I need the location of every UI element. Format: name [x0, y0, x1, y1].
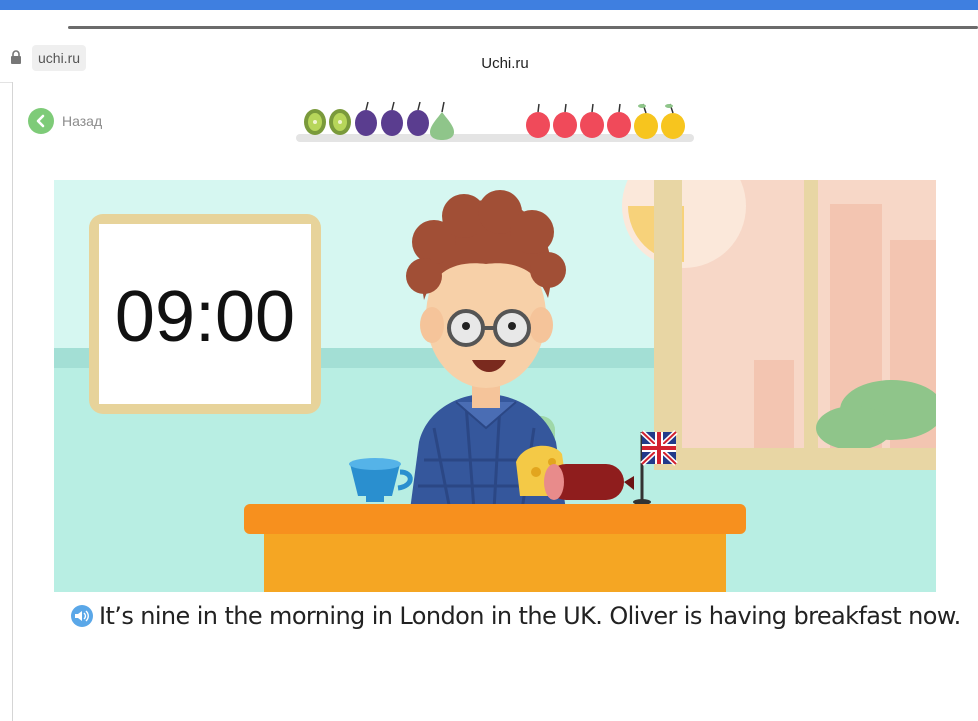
plum-icon: [407, 101, 429, 136]
lesson-caption: It’s nine in the morning in London in th…: [71, 602, 961, 630]
speaker-icon[interactable]: [71, 605, 93, 627]
back-button[interactable]: Назад: [28, 108, 102, 134]
plum-icon: [355, 101, 377, 136]
lesson-illustration: 09:00: [54, 180, 936, 592]
apple-icon: [553, 103, 577, 138]
fruit-progress-bar: [296, 101, 694, 142]
back-button-label: Назад: [62, 113, 103, 129]
apple-icon: [580, 103, 604, 138]
lemon-icon: [661, 103, 685, 139]
browser-top-bar: [0, 0, 978, 10]
pear-icon: [430, 101, 454, 140]
apple-icon: [607, 103, 631, 138]
chevron-left-icon: [28, 108, 54, 134]
lesson-content: Назад 09:00 It’s nine in the morning in …: [12, 82, 978, 721]
apple-icon: [526, 103, 550, 138]
kiwi-icon: [329, 109, 351, 135]
browser-chrome: uchi.ru Uchi.ru: [0, 10, 978, 83]
kiwi-icon: [304, 109, 326, 135]
table: [244, 504, 746, 592]
plum-icon: [381, 101, 403, 136]
page-title: Uchi.ru: [481, 55, 529, 72]
clock-time: 09:00: [115, 277, 295, 357]
window: [622, 180, 936, 470]
tab-strip-line: [68, 26, 978, 29]
lemon-icon: [634, 103, 658, 139]
caption-text: It’s nine in the morning in London in th…: [99, 602, 961, 630]
wall-clock: 09:00: [89, 214, 321, 414]
